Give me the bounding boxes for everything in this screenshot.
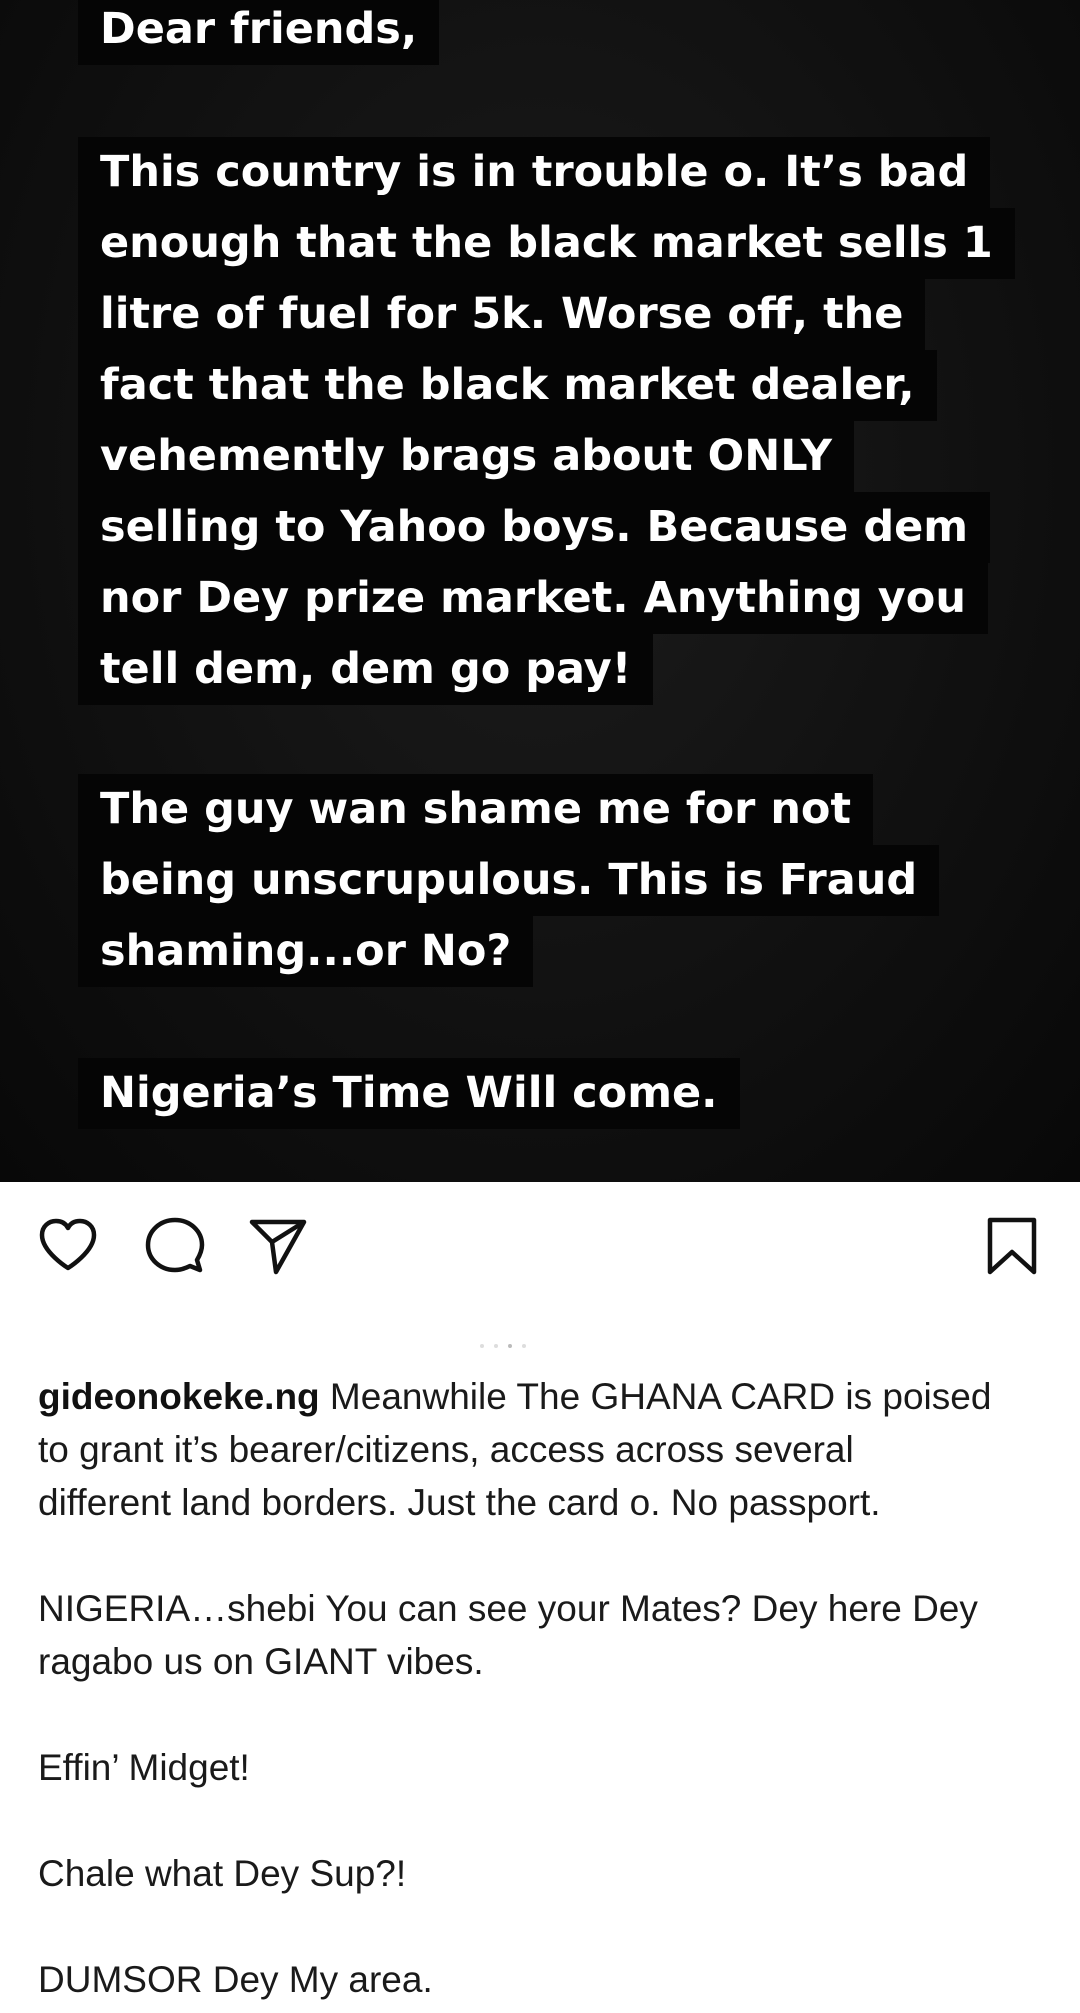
image-text-line: Dear friends, — [78, 0, 440, 65]
carousel-dot — [494, 1344, 498, 1348]
post-action-bar — [0, 1182, 1080, 1302]
carousel-dot — [480, 1344, 484, 1348]
caption-line: gideonokeke.ng Meanwhile The GHANA CARD … — [38, 1370, 1048, 1423]
caption-text: Meanwhile The GHANA CARD is poised — [319, 1376, 992, 1417]
image-text-paragraph: This country is in trouble o. It’s bad e… — [78, 137, 1015, 705]
paper-plane-icon[interactable] — [246, 1214, 310, 1278]
caption-line: Chale what Dey Sup?! — [38, 1853, 407, 1894]
image-text-line: vehemently brags about ONLY — [78, 421, 855, 492]
image-text-line: The guy wan shame me for not — [78, 774, 874, 845]
image-text-line: being unscrupulous. This is Fraud — [78, 845, 940, 916]
caption-line: to grant it’s bearer/citizens, access ac… — [38, 1429, 854, 1470]
username-link[interactable]: gideonokeke.ng — [38, 1376, 320, 1417]
caption-line: ragabo us on GIANT vibes. — [38, 1641, 484, 1682]
bookmark-outline-icon[interactable] — [980, 1214, 1044, 1278]
heart-outline-icon[interactable] — [36, 1214, 100, 1278]
carousel-dot — [522, 1344, 526, 1348]
image-text-line: tell dem, dem go pay! — [78, 634, 654, 705]
image-text-line: selling to Yahoo boys. Because dem — [78, 492, 991, 563]
carousel-indicator — [470, 1344, 550, 1348]
caption-line: DUMSOR Dey My area. — [38, 1959, 433, 2000]
image-text-line: shaming...or No? — [78, 916, 534, 987]
image-text-line: enough that the black market sells 1 — [78, 208, 1015, 279]
image-text-line: Nigeria’s Time Will come. — [78, 1058, 740, 1129]
image-text-paragraph: The guy wan shame me for not being unscr… — [78, 774, 940, 987]
caption-line: different land borders. Just the card o.… — [38, 1482, 881, 1523]
image-text-paragraph: Dear friends, — [78, 0, 440, 65]
caption-line: NIGERIA…shebi You can see your Mates? De… — [38, 1588, 978, 1629]
image-text-line: This country is in trouble o. It’s bad — [78, 137, 991, 208]
image-text-line: fact that the black market dealer, — [78, 350, 937, 421]
post-image[interactable]: Dear friends, This country is in trouble… — [0, 0, 1080, 1182]
speech-bubble-icon[interactable] — [142, 1214, 206, 1278]
post-caption: gideonokeke.ng Meanwhile The GHANA CARD … — [38, 1370, 1048, 2006]
carousel-dot — [508, 1344, 512, 1348]
image-text-line: nor Dey prize market. Anything you — [78, 563, 988, 634]
image-text-paragraph: Nigeria’s Time Will come. — [78, 1058, 740, 1129]
caption-line: Effin’ Midget! — [38, 1747, 250, 1788]
image-text-line: litre of fuel for 5k. Worse off, the — [78, 279, 926, 350]
